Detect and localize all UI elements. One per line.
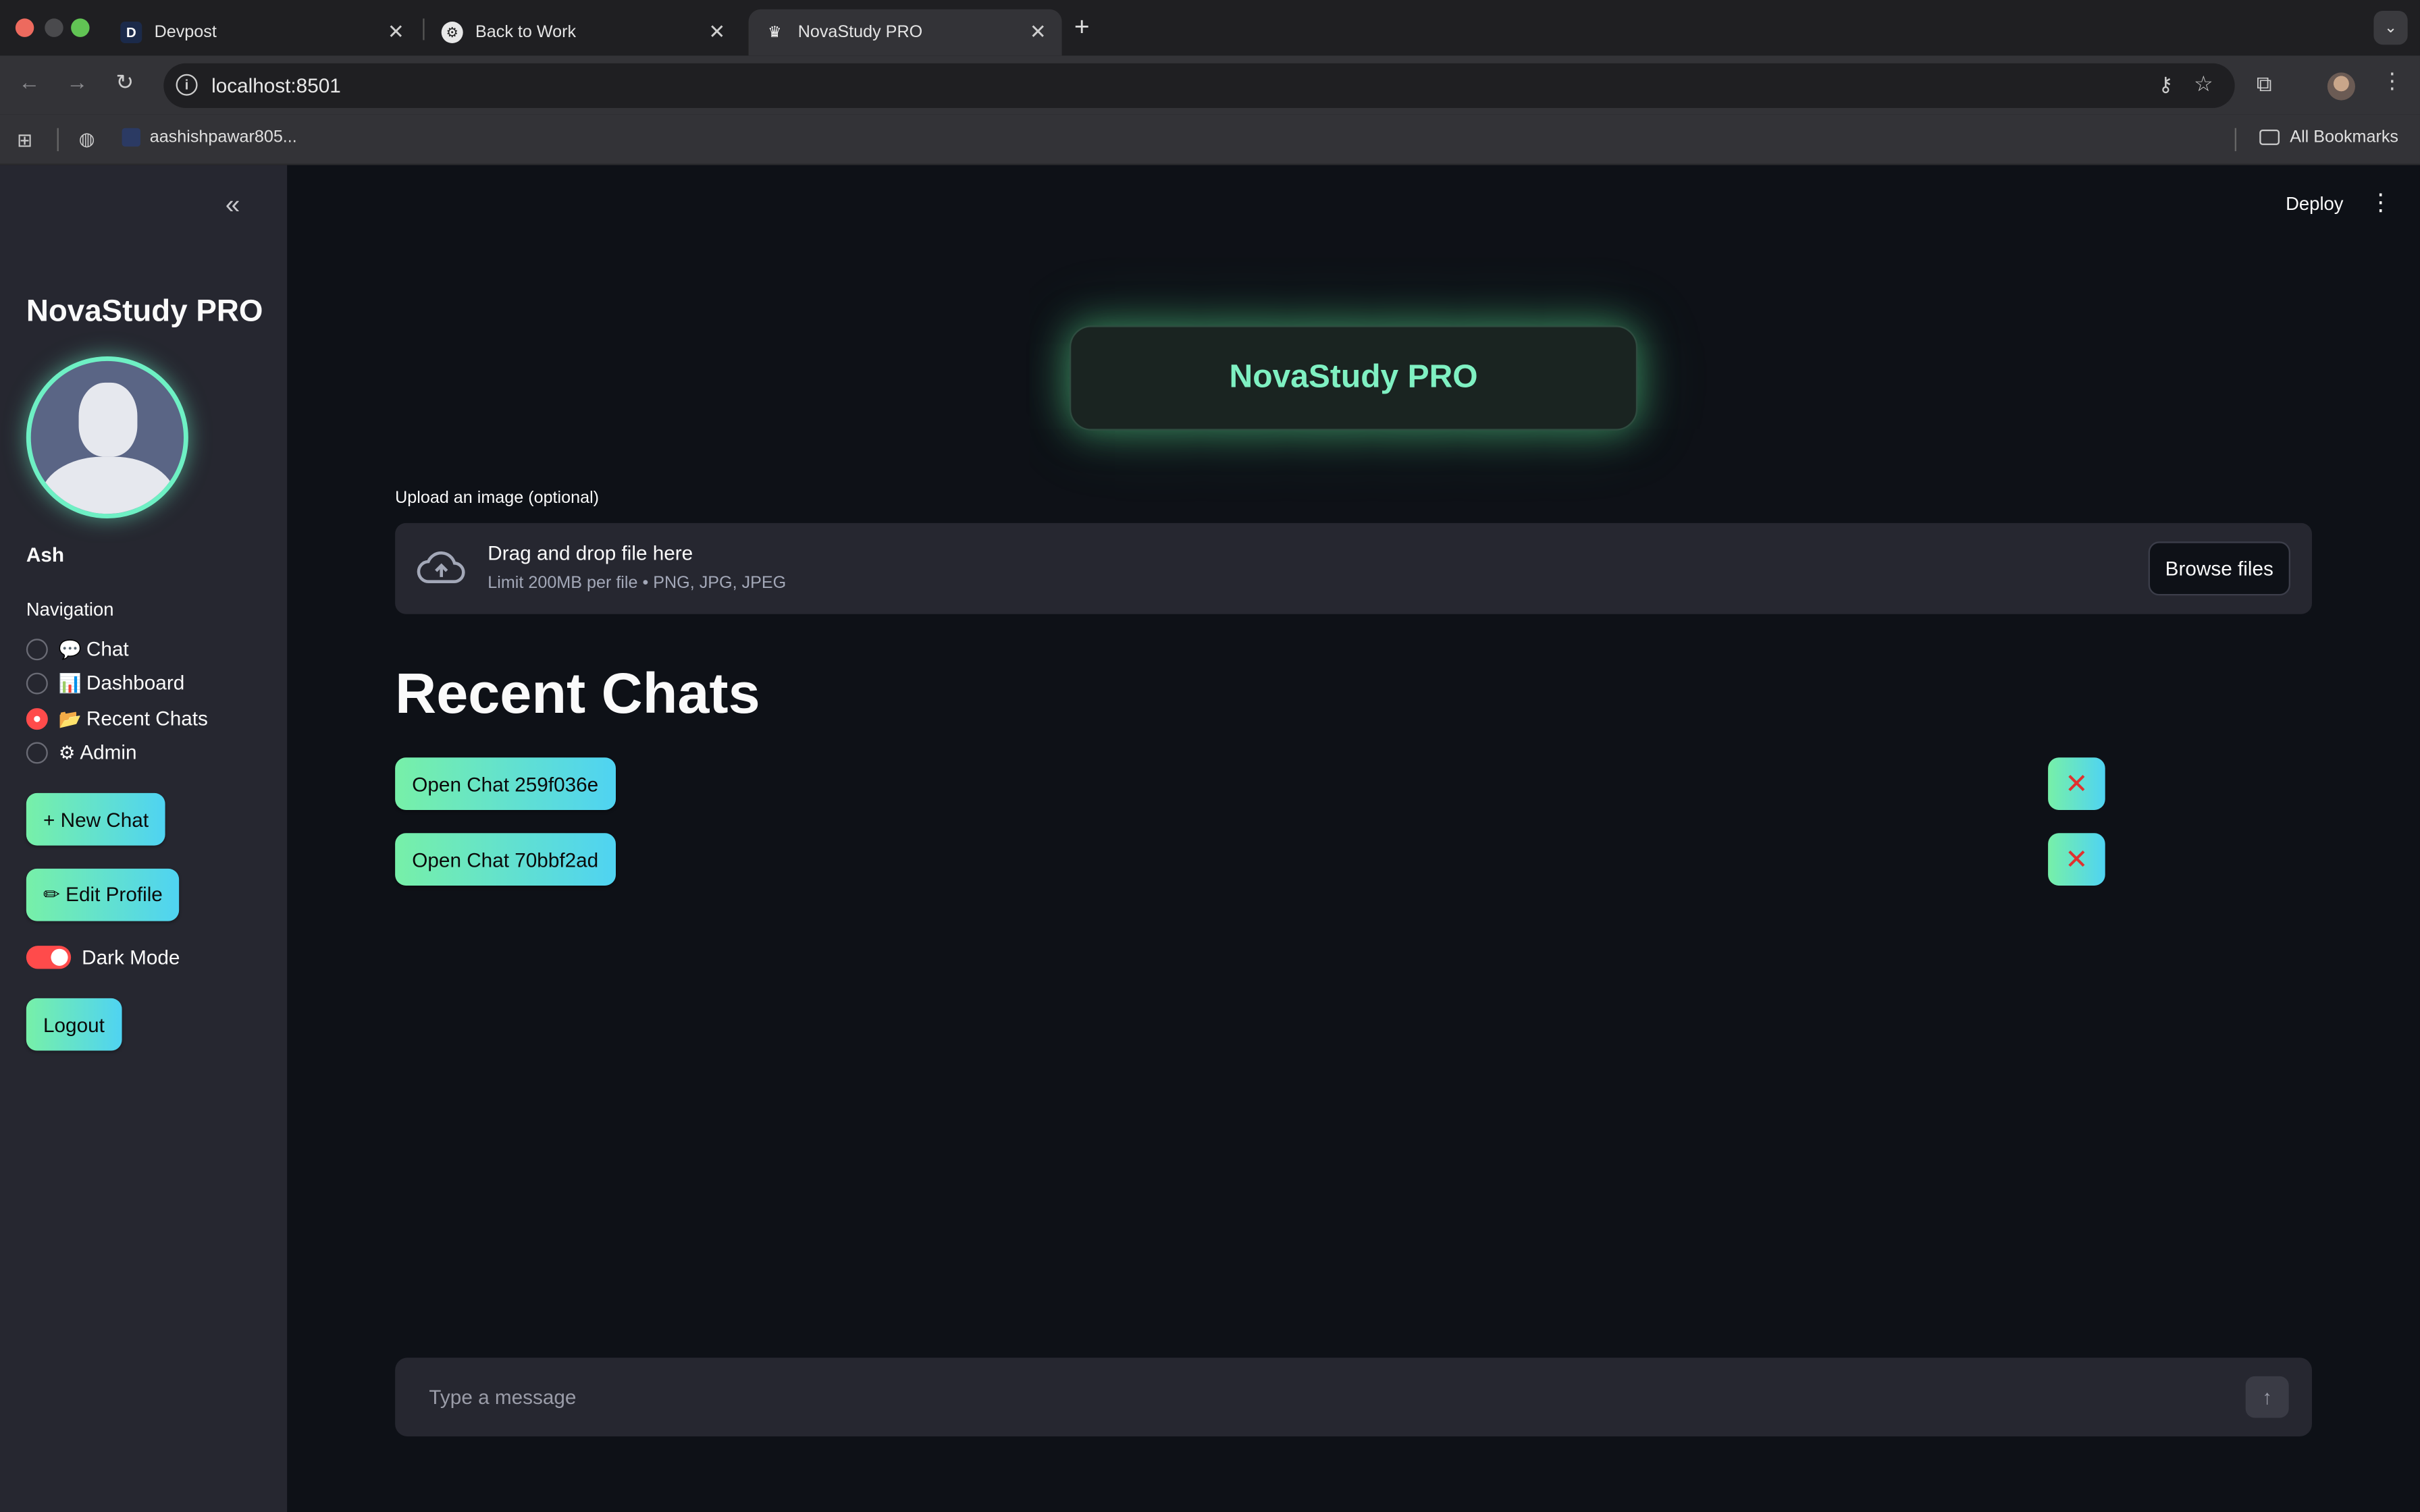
openai-favicon-icon: ⚙ <box>441 21 463 43</box>
nav-radio-recent-chats[interactable]: 📂 Recent Chats <box>26 707 208 730</box>
nav-label: Chat <box>86 637 129 661</box>
sidebar: « NovaStudy PRO Ash Navigation 💬 Chat 📊 … <box>0 165 288 1512</box>
open-chat-button[interactable]: Open Chat 259f036e <box>395 757 616 810</box>
close-x-icon: ✕ <box>2065 844 2088 875</box>
file-dropzone[interactable]: Drag and drop file here Limit 200MB per … <box>395 522 2312 614</box>
window-close-button[interactable] <box>15 18 34 37</box>
address-bar[interactable]: i localhost:8501 ⚷ ☆ <box>163 63 2235 108</box>
collapse-sidebar-chevrons-icon[interactable]: « <box>226 190 240 221</box>
logout-button[interactable]: Logout <box>26 998 122 1051</box>
bookmark-aashishpawar[interactable]: aashishpawar805... <box>122 128 297 147</box>
bar-chart-icon: 📊 <box>58 672 82 694</box>
radio-button[interactable] <box>26 741 48 763</box>
avatar <box>26 356 188 518</box>
dropzone-title: Drag and drop file here <box>488 541 693 565</box>
folder-icon <box>2259 129 2280 145</box>
deploy-button[interactable]: Deploy <box>2286 193 2343 215</box>
all-bookmarks[interactable]: All Bookmarks <box>2259 128 2398 146</box>
radio-button-selected[interactable] <box>26 707 48 729</box>
browser-menu-kebab-icon[interactable]: ⋮ <box>2382 68 2403 94</box>
radio-button[interactable] <box>26 638 48 660</box>
dark-mode-toggle[interactable] <box>26 946 72 969</box>
site-info-icon[interactable]: i <box>176 74 198 96</box>
tab-title: Devpost <box>154 23 217 42</box>
radio-button[interactable] <box>26 672 48 694</box>
tab-title: NovaStudy PRO <box>797 23 923 42</box>
tab-back-to-work[interactable]: ⚙ Back to Work ✕ <box>426 9 741 56</box>
chat-input-container: ↑ <box>395 1357 2312 1436</box>
avatar-body-shape <box>40 456 176 514</box>
close-x-icon: ✕ <box>2065 768 2088 799</box>
bookmark-label: aashishpawar805... <box>149 128 297 147</box>
tab-close-icon[interactable]: ✕ <box>1030 20 1047 45</box>
message-input[interactable] <box>395 1357 2217 1436</box>
open-chat-button[interactable]: Open Chat 70bbf2ad <box>395 833 616 886</box>
tab-close-icon[interactable]: ✕ <box>708 20 725 45</box>
crown-favicon-icon: ♛ <box>768 24 782 41</box>
window-maximize-button[interactable] <box>71 18 90 37</box>
browse-files-button[interactable]: Browse files <box>2148 541 2290 596</box>
nav-radio-chat[interactable]: 💬 Chat <box>26 637 129 660</box>
nav-label: Dashboard <box>86 671 185 695</box>
browser-tab-bar: D Devpost ✕ ⚙ Back to Work ✕ ♛ NovaStudy… <box>0 0 2420 56</box>
tab-novastudy[interactable]: ♛ NovaStudy PRO ✕ <box>748 9 1062 56</box>
delete-chat-button[interactable]: ✕ <box>2048 757 2105 810</box>
gear-icon: ⚙ <box>58 741 76 763</box>
tab-devpost[interactable]: D Devpost ✕ <box>105 9 419 56</box>
delete-chat-button[interactable]: ✕ <box>2048 833 2105 886</box>
bookmark-favicon-icon <box>122 128 140 147</box>
tab-search-chevron-icon[interactable]: ⌄ <box>2373 10 2408 45</box>
edit-profile-button[interactable]: ✏ Edit Profile <box>26 868 180 921</box>
nav-label: Recent Chats <box>86 706 208 730</box>
dark-mode-toggle-row[interactable]: Dark Mode <box>26 946 180 969</box>
globe-icon[interactable]: ◍ <box>79 128 95 150</box>
streamlit-app: « NovaStudy PRO Ash Navigation 💬 Chat 📊 … <box>0 165 2420 1512</box>
tab-separator <box>423 18 425 40</box>
url-text[interactable]: localhost:8501 <box>211 74 341 97</box>
tab-close-icon[interactable]: ✕ <box>388 20 404 45</box>
new-tab-plus-icon[interactable]: + <box>1074 12 1090 43</box>
speech-bubble-icon: 💬 <box>58 638 82 660</box>
sidebar-app-title: NovaStudy PRO <box>26 294 263 329</box>
devpost-favicon-icon: D <box>120 21 142 43</box>
apps-grid-icon[interactable]: ⊞ <box>17 130 32 151</box>
bookmark-star-icon[interactable]: ☆ <box>2194 71 2213 97</box>
back-arrow-icon[interactable]: ← <box>18 70 40 94</box>
folder-open-icon: 📂 <box>58 707 82 729</box>
recent-chats-heading: Recent Chats <box>395 662 760 726</box>
extensions-puzzle-icon[interactable]: ⧉ <box>2257 71 2272 97</box>
bookmark-separator <box>57 128 59 151</box>
bookmarks-bar: ⊞ ◍ aashishpawar805... All Bookmarks <box>0 114 2420 165</box>
browser-toolbar: ← → ↻ i localhost:8501 ⚷ ☆ <box>0 55 2420 115</box>
upload-label: Upload an image (optional) <box>395 489 600 508</box>
nav-radio-dashboard[interactable]: 📊 Dashboard <box>26 671 185 695</box>
new-chat-button[interactable]: + New Chat <box>26 792 166 846</box>
username: Ash <box>26 543 64 566</box>
password-key-icon[interactable]: ⚷ <box>2158 72 2173 97</box>
navigation-label: Navigation <box>26 598 114 620</box>
all-bookmarks-label: All Bookmarks <box>2290 128 2398 147</box>
browser-profile-avatar[interactable] <box>2327 72 2355 101</box>
window-minimize-button[interactable] <box>45 18 63 37</box>
main-menu-kebab-icon[interactable]: ⋮ <box>2369 188 2392 216</box>
bookmark-separator <box>2234 128 2236 151</box>
hero-title-banner: NovaStudy PRO <box>1069 325 1638 431</box>
reload-icon[interactable]: ↻ <box>115 70 134 96</box>
dropzone-subtitle: Limit 200MB per file • PNG, JPG, JPEG <box>488 574 787 593</box>
tab-title: Back to Work <box>475 23 577 42</box>
avatar-head-shape <box>78 382 138 457</box>
send-arrow-up-icon[interactable]: ↑ <box>2245 1376 2289 1418</box>
nav-label: Admin <box>80 740 137 764</box>
dark-mode-label: Dark Mode <box>82 946 180 969</box>
nav-radio-admin[interactable]: ⚙ Admin <box>26 740 137 763</box>
forward-arrow-icon[interactable]: → <box>66 70 88 94</box>
cloud-upload-icon <box>417 551 465 583</box>
